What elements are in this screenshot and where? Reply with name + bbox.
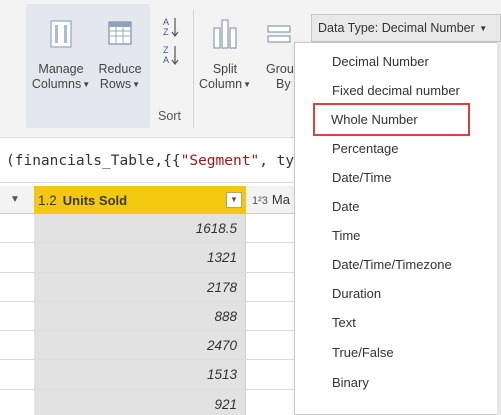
row-cell-right[interactable]	[246, 390, 300, 415]
reduce-rows-icon	[105, 18, 135, 50]
reduce-rows-label-1: Reduce	[98, 62, 142, 76]
column-header-row: ▼ 1.2 Units Sold ▼ 1²3 Ma	[0, 186, 300, 214]
row-cell-left[interactable]	[0, 273, 34, 301]
table-row: 1321	[0, 243, 300, 273]
split-column-label-1: Split	[212, 62, 238, 76]
svg-text:Z: Z	[163, 45, 169, 55]
table-row: 2470	[0, 331, 300, 361]
menu-item-whole-number[interactable]: Whole Number	[313, 103, 470, 136]
row-cell-left[interactable]	[0, 302, 34, 330]
row-cell-right[interactable]	[246, 243, 300, 271]
table-row: 888	[0, 301, 300, 332]
row-cell-left[interactable]	[0, 360, 34, 388]
reduce-rows-label-2: Rows▼	[99, 77, 141, 91]
formula-prefix: (financials_Table,{{	[6, 153, 181, 169]
manage-columns-label-2: Columns▼	[31, 77, 91, 91]
group-by-label-2: By	[276, 77, 291, 91]
menu-item-time[interactable]: Time	[295, 221, 500, 250]
units-sold-cell[interactable]: 2178	[34, 272, 246, 301]
units-sold-cell[interactable]: 1321	[34, 243, 246, 272]
menu-item-date[interactable]: Date	[295, 192, 500, 221]
data-type-label: Data Type: Decimal Number	[318, 21, 475, 35]
menu-item-decimal-number[interactable]: Decimal Number	[295, 47, 500, 76]
svg-text:Z: Z	[163, 27, 169, 37]
sort-group-label: Sort	[158, 109, 181, 123]
data-type-menu: Decimal Number Fixed decimal number Whole …	[294, 42, 501, 415]
table-row: 2178	[0, 272, 300, 302]
sort-ascending-icon[interactable]: A Z	[162, 16, 180, 43]
table-row: 1513	[0, 360, 300, 390]
manage-columns-icon	[46, 18, 76, 50]
manage-columns-label-1: Manage	[38, 62, 84, 76]
row-cell-right[interactable]	[246, 360, 300, 388]
formula-bar[interactable]: (financials_Table,{{"Segment", ty	[0, 139, 300, 183]
units-sold-header-label: Units Sold	[62, 192, 128, 208]
data-rows: 1618.5 1321 2178 888 2470 1513 921	[0, 214, 300, 415]
row-cell-left[interactable]	[0, 390, 34, 415]
menu-item-date-time[interactable]: Date/Time	[295, 163, 500, 192]
menu-item-text[interactable]: Text	[295, 308, 500, 337]
menu-item-duration[interactable]: Duration	[295, 279, 500, 308]
formula-string: "Segment"	[180, 153, 260, 169]
units-sold-cell[interactable]: 2470	[34, 331, 246, 360]
manage-columns-button[interactable]: Manage Columns▼	[30, 18, 92, 92]
next-column-header-label: Ma	[271, 192, 290, 207]
row-cell-left[interactable]	[0, 243, 34, 271]
split-column-icon	[210, 18, 240, 50]
units-sold-cell[interactable]: 888	[34, 301, 246, 331]
split-column-button[interactable]: Split Column▼	[198, 18, 252, 92]
units-sold-cell[interactable]: 1513	[34, 360, 246, 389]
row-cell-right[interactable]	[246, 273, 300, 301]
ribbon-divider	[193, 10, 194, 128]
formula-suffix: , ty	[259, 153, 295, 169]
row-cell-left[interactable]	[0, 331, 34, 359]
table-row: 1618.5	[0, 214, 300, 244]
reduce-rows-button[interactable]: Reduce Rows▼	[92, 18, 148, 92]
units-sold-cell[interactable]: 1618.5	[34, 214, 246, 243]
units-sold-cell[interactable]: 921	[34, 389, 246, 415]
svg-text:A: A	[163, 55, 169, 65]
menu-item-date-time-timezone[interactable]: Date/Time/Timezone	[295, 250, 500, 279]
next-column-header[interactable]: 1²3 Ma	[246, 186, 300, 214]
whole-number-type-icon[interactable]: 1²3	[252, 195, 268, 207]
menu-item-binary[interactable]: Binary	[295, 368, 500, 397]
sort-descending-icon[interactable]: Z A	[162, 44, 180, 71]
row-cell-left[interactable]	[0, 214, 34, 242]
prev-column-filter-icon[interactable]: ▼	[0, 186, 34, 214]
row-cell-right[interactable]	[246, 214, 300, 242]
units-sold-column-header[interactable]: 1.2 Units Sold ▼	[34, 186, 246, 214]
svg-text:A: A	[163, 17, 169, 27]
row-cell-right[interactable]	[246, 331, 300, 359]
chevron-down-icon: ▼	[479, 24, 488, 33]
menu-item-percentage[interactable]: Percentage	[295, 134, 500, 163]
scrollbar[interactable]	[497, 42, 501, 415]
group-by-label-1: Grou	[266, 62, 294, 76]
menu-item-true-false[interactable]: True/False	[295, 338, 500, 367]
decimal-type-icon[interactable]: 1.2	[38, 193, 57, 208]
filter-dropdown-icon[interactable]: ▼	[226, 192, 242, 208]
row-cell-right[interactable]	[246, 302, 300, 330]
split-column-label-2: Column▼	[199, 77, 251, 91]
data-type-dropdown[interactable]: Data Type: Decimal Number ▼	[311, 14, 501, 42]
table-row: 921	[0, 389, 300, 415]
menu-item-fixed-decimal-number[interactable]: Fixed decimal number	[295, 76, 500, 105]
group-by-icon	[262, 18, 292, 50]
